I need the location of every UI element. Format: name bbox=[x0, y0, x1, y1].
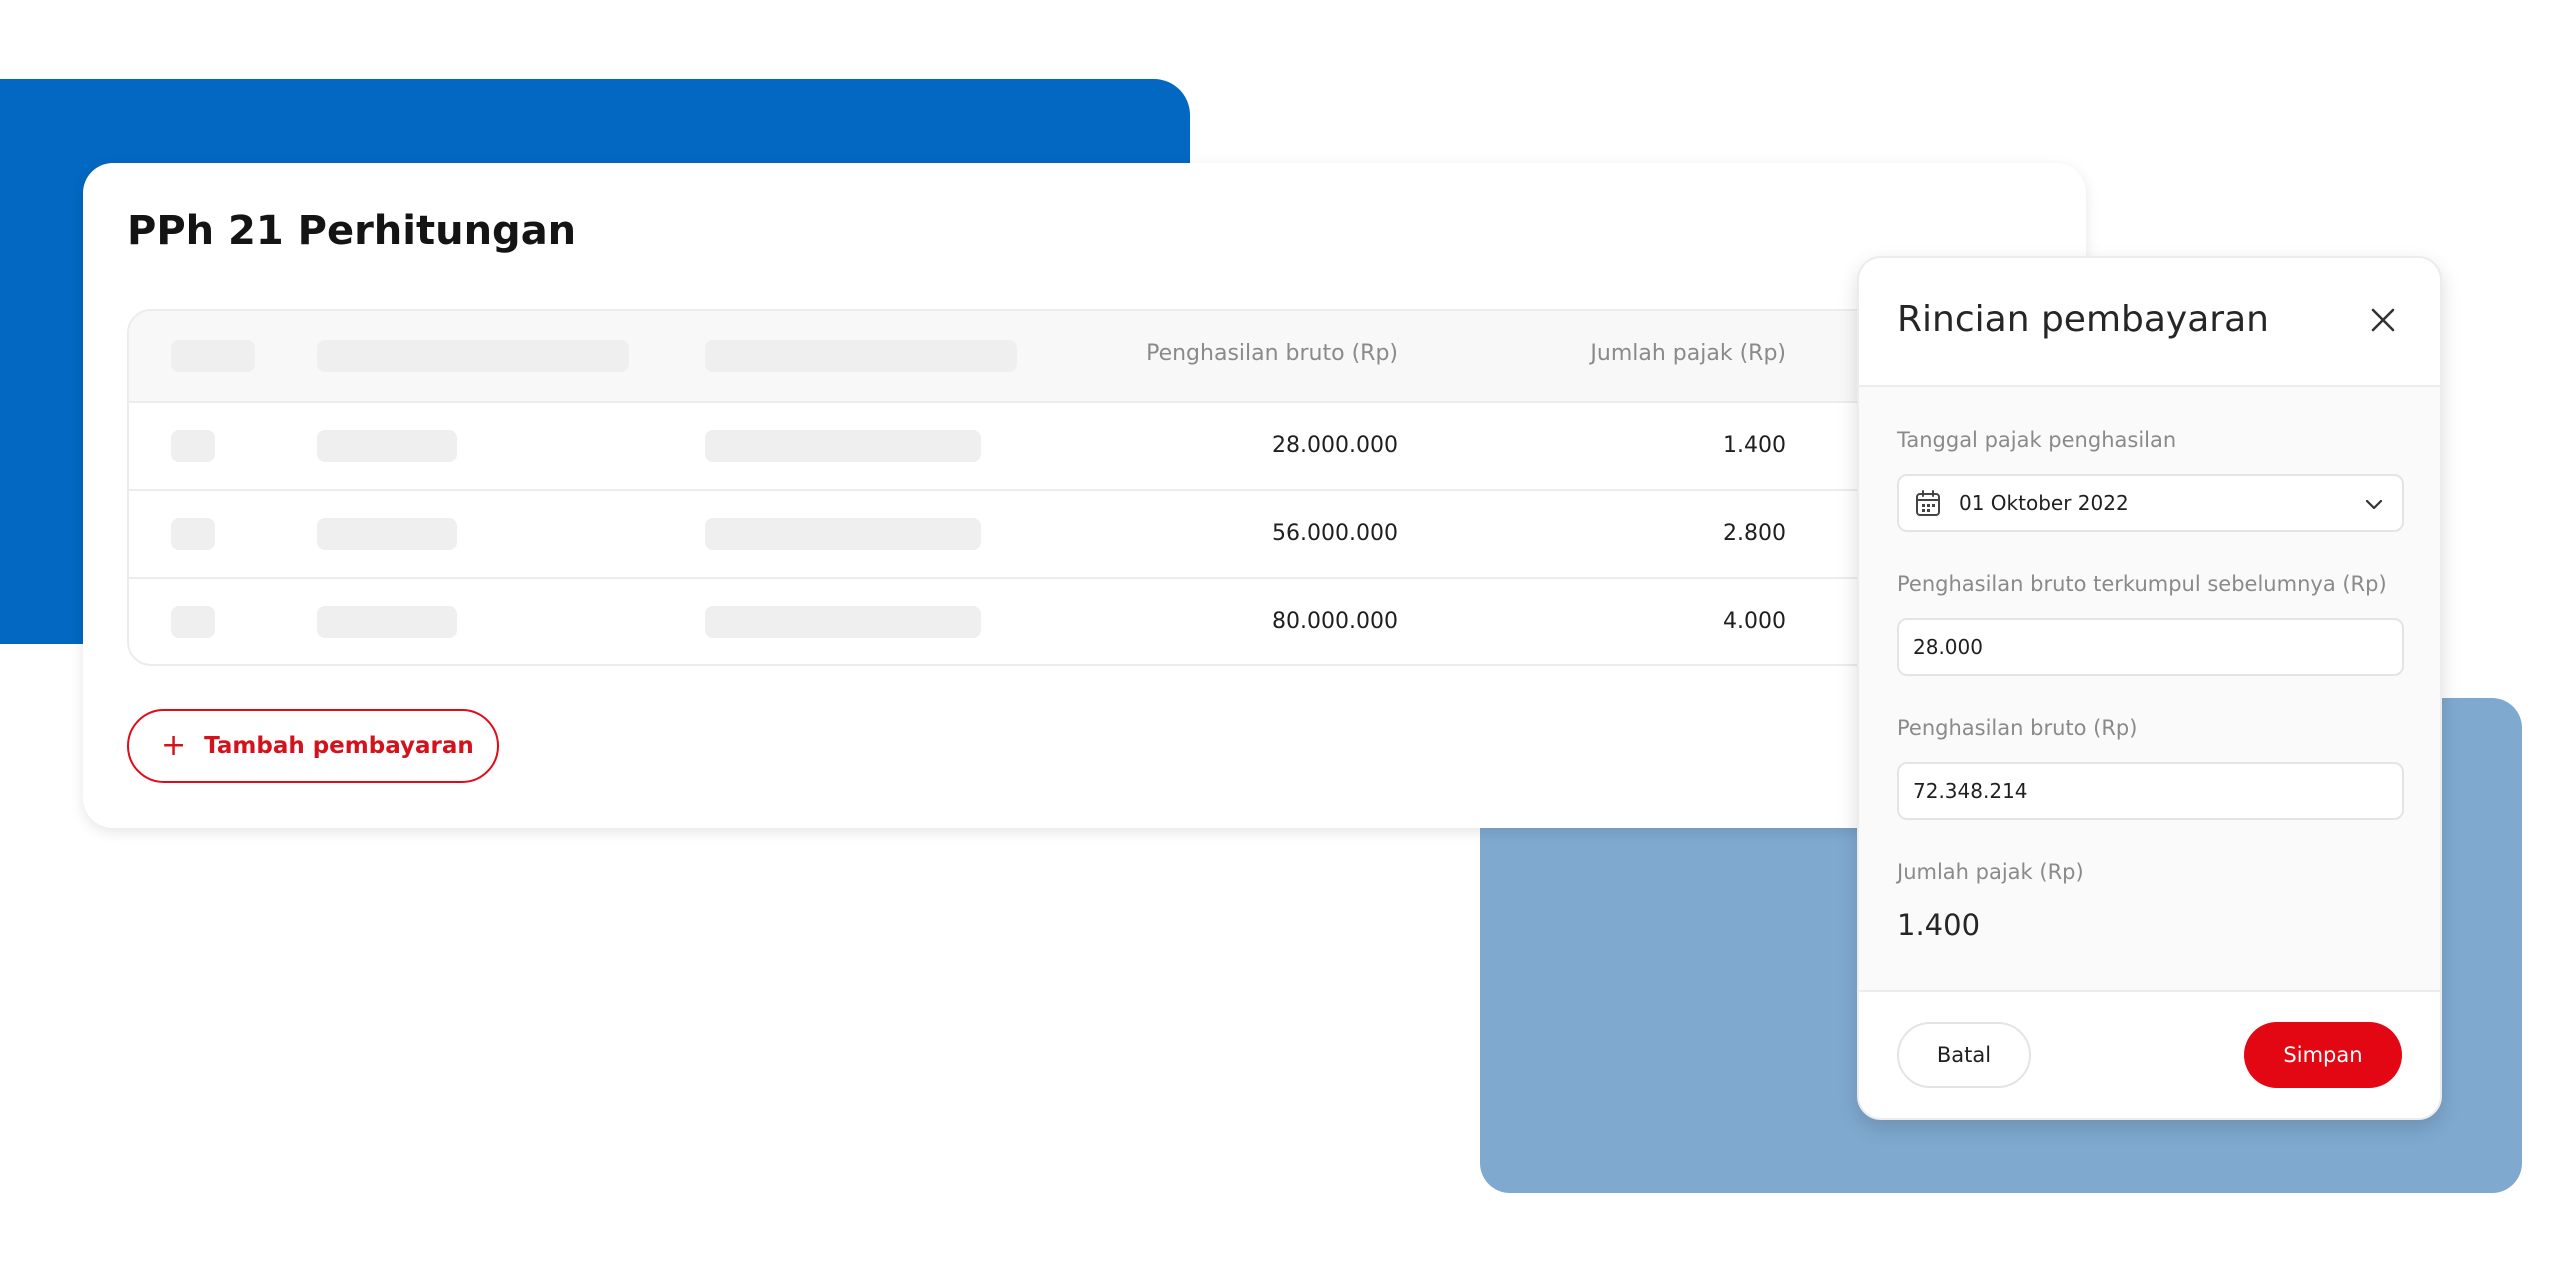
row-skeleton-2 bbox=[317, 518, 457, 550]
add-payment-label: Tambah pembayaran bbox=[204, 733, 474, 759]
panel-title: Rincian pembayaran bbox=[1897, 299, 2269, 340]
cell-bruto: 80.000.000 bbox=[1272, 609, 1398, 634]
payment-details-panel: Rincian pembayaran Tanggal pajak penghas… bbox=[1857, 256, 2442, 1120]
column-header-bruto: Penghasilan bruto (Rp) bbox=[1146, 341, 1398, 366]
row-skeleton-3 bbox=[705, 518, 981, 550]
bruto-field bbox=[1897, 762, 2404, 820]
cancel-button[interactable]: Batal bbox=[1897, 1022, 2031, 1088]
row-skeleton-1 bbox=[171, 518, 215, 550]
date-label: Tanggal pajak penghasilan bbox=[1897, 428, 2177, 452]
previous-bruto-input[interactable] bbox=[1913, 620, 2383, 674]
column-header-pajak: Jumlah pajak (Rp) bbox=[1590, 341, 1786, 366]
row-skeleton-3 bbox=[705, 430, 981, 462]
page-title: PPh 21 Perhitungan bbox=[127, 208, 577, 254]
tax-label: Jumlah pajak (Rp) bbox=[1897, 860, 2084, 884]
close-icon bbox=[2371, 308, 2395, 332]
cell-bruto: 56.000.000 bbox=[1272, 521, 1398, 546]
previous-bruto-field bbox=[1897, 618, 2404, 676]
header-skeleton-1 bbox=[171, 340, 255, 372]
chevron-down-icon bbox=[2365, 499, 2383, 510]
table-row[interactable]: 80.000.000 4.000 bbox=[129, 577, 2055, 664]
table-row[interactable]: 28.000.000 1.400 bbox=[129, 401, 2055, 489]
calculation-table: Penghasilan bruto (Rp) Jumlah pajak (Rp)… bbox=[127, 309, 2057, 666]
cell-pajak: 4.000 bbox=[1723, 609, 1786, 634]
row-skeleton-3 bbox=[705, 606, 981, 638]
previous-bruto-label: Penghasilan bruto terkumpul sebelumnya (… bbox=[1897, 572, 2387, 596]
row-skeleton-2 bbox=[317, 606, 457, 638]
tax-value: 1.400 bbox=[1897, 908, 1981, 942]
calendar-icon bbox=[1916, 490, 1940, 516]
table-header: Penghasilan bruto (Rp) Jumlah pajak (Rp) bbox=[129, 311, 2055, 401]
row-skeleton-1 bbox=[171, 430, 215, 462]
bruto-label: Penghasilan bruto (Rp) bbox=[1897, 716, 2138, 740]
date-value: 01 Oktober 2022 bbox=[1959, 491, 2129, 515]
cell-pajak: 2.800 bbox=[1723, 521, 1786, 546]
cell-pajak: 1.400 bbox=[1723, 433, 1786, 458]
save-button[interactable]: Simpan bbox=[2244, 1022, 2402, 1088]
panel-header: Rincian pembayaran bbox=[1859, 258, 2440, 387]
date-picker[interactable]: 01 Oktober 2022 bbox=[1897, 474, 2404, 532]
table-row[interactable]: 56.000.000 2.800 bbox=[129, 489, 2055, 577]
plus-icon: + bbox=[161, 728, 187, 763]
row-skeleton-2 bbox=[317, 430, 457, 462]
cell-bruto: 28.000.000 bbox=[1272, 433, 1398, 458]
close-button[interactable] bbox=[2366, 303, 2400, 337]
header-skeleton-3 bbox=[705, 340, 1017, 372]
panel-footer: Batal Simpan bbox=[1859, 990, 2440, 1118]
row-skeleton-1 bbox=[171, 606, 215, 638]
calculation-card: PPh 21 Perhitungan Penghasilan bruto (Rp… bbox=[83, 163, 2086, 828]
header-skeleton-2 bbox=[317, 340, 629, 372]
add-payment-button[interactable]: + Tambah pembayaran bbox=[127, 709, 499, 783]
bruto-input[interactable] bbox=[1913, 764, 2383, 818]
